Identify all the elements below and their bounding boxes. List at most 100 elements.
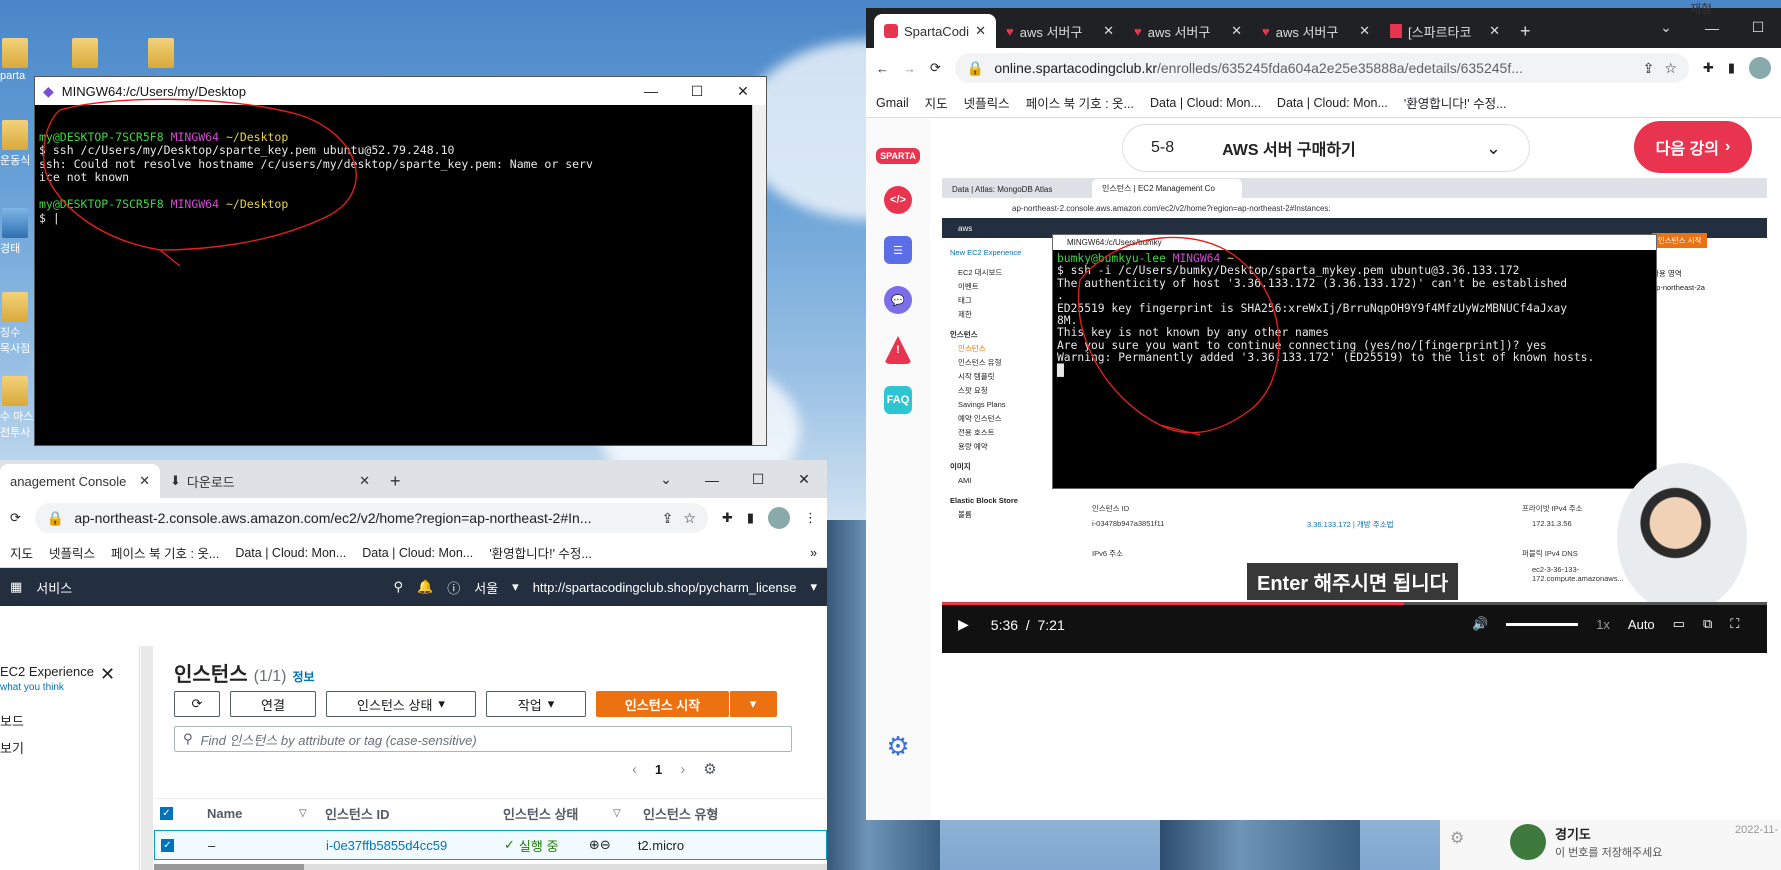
- tab-aws-server[interactable]: ♥ aws 서버구 ✕: [1252, 14, 1380, 48]
- settings-icon[interactable]: ⚙: [1450, 828, 1464, 848]
- side-panel-subtitle[interactable]: what you think: [0, 682, 64, 693]
- tab-downloads[interactable]: ⬇ 다운로드 ✕: [160, 464, 380, 498]
- address-bar[interactable]: 🔒 ap-northeast-2.console.aws.amazon.com/…: [34, 503, 708, 533]
- fullscreen-icon[interactable]: ⛶: [1730, 616, 1739, 632]
- tab-search-icon[interactable]: ⌄: [643, 471, 689, 488]
- region-menu[interactable]: 서울: [474, 578, 498, 597]
- faq-icon[interactable]: FAQ: [884, 386, 912, 414]
- close-tab-icon[interactable]: ✕: [359, 473, 370, 489]
- refresh-button[interactable]: ⟳: [174, 691, 220, 717]
- grid-icon[interactable]: ▦: [10, 579, 22, 595]
- lesson-selector[interactable]: 5-8 AWS 서버 구매하기 ⌄: [1122, 124, 1530, 172]
- bookmark-item[interactable]: Gmail: [876, 96, 909, 110]
- minimize-button[interactable]: —: [689, 472, 735, 488]
- new-tab-button[interactable]: +: [1510, 14, 1541, 48]
- star-icon[interactable]: ☆: [1664, 60, 1677, 77]
- sidepanel-icon[interactable]: ▮: [1728, 60, 1735, 76]
- panel-scroll-divider[interactable]: [141, 646, 153, 870]
- close-tab-icon[interactable]: ✕: [975, 23, 986, 39]
- launch-instance-button[interactable]: 인스턴스 시작: [596, 691, 729, 717]
- services-menu[interactable]: 서비스: [36, 578, 72, 597]
- filter-icon[interactable]: ▽: [299, 808, 325, 819]
- zoom-in-icon[interactable]: ⊕: [589, 837, 600, 853]
- tab-aws-server[interactable]: ♥ aws 서버구 ✕: [996, 14, 1124, 48]
- share-icon[interactable]: ⇪: [1643, 60, 1655, 77]
- video-player[interactable]: Data | Atlas: MongoDB Atlas 인스턴스 | EC2 M…: [942, 178, 1767, 653]
- speed-button[interactable]: 1x: [1596, 617, 1610, 632]
- help-icon[interactable]: ⓘ: [447, 578, 460, 597]
- bell-icon[interactable]: 🔔: [417, 579, 433, 595]
- alert-icon[interactable]: !: [884, 336, 912, 364]
- notes-icon[interactable]: ☰: [884, 236, 912, 264]
- bookmark-item[interactable]: '환영합니다!' 수정...: [1404, 93, 1507, 112]
- volume-icon[interactable]: 🔊: [1472, 616, 1488, 632]
- terminal-titlebar[interactable]: ◆ MINGW64:/c/Users/my/Desktop — ☐ ✕: [35, 77, 766, 105]
- close-tab-icon[interactable]: ✕: [1231, 23, 1242, 39]
- close-tab-icon[interactable]: ✕: [1359, 23, 1370, 39]
- browser-window-right[interactable]: SpartaCodin ✕ ♥ aws 서버구 ✕ ♥ aws 서버구 ✕ ♥ …: [866, 8, 1781, 820]
- side-nav-item[interactable]: 보기: [0, 738, 24, 757]
- bookmark-item[interactable]: 페이스 북 기호 : 옷...: [1026, 93, 1134, 112]
- reload-icon[interactable]: ⟳: [930, 60, 941, 76]
- close-tab-icon[interactable]: ✕: [1489, 23, 1500, 39]
- instance-search-input[interactable]: ⚲ Find 인스턴스 by attribute or tag (case-se…: [174, 726, 792, 752]
- bookmark-item[interactable]: 지도: [925, 93, 948, 112]
- bookmark-item[interactable]: Data | Cloud: Mon...: [1150, 96, 1261, 110]
- bookmark-item[interactable]: 페이스 북 기호 : 옷...: [111, 543, 219, 562]
- minimize-button[interactable]: —: [1689, 20, 1735, 36]
- bookmark-item[interactable]: 넷플릭스: [49, 543, 95, 562]
- desktop-icon[interactable]: [2, 38, 28, 68]
- desktop-icon[interactable]: [2, 120, 28, 150]
- terminal-output[interactable]: my@DESKTOP-7SCR5F8 MINGW64 ~/Desktop $ ss…: [35, 105, 766, 445]
- launch-dropdown-button[interactable]: ▾: [729, 691, 777, 717]
- menu-icon[interactable]: ⋮: [804, 510, 817, 526]
- volume-slider[interactable]: [1506, 622, 1579, 626]
- tab-sparta-notes[interactable]: [스파르타코 ✕: [1380, 14, 1510, 48]
- extensions-icon[interactable]: ✚: [1703, 60, 1714, 76]
- reload-icon[interactable]: ⟳: [10, 510, 21, 526]
- column-name[interactable]: Name: [207, 806, 299, 821]
- desktop-icon[interactable]: [2, 292, 28, 322]
- address-bar[interactable]: 🔒 online.spartacodingclub.kr/enrolleds/6…: [954, 53, 1689, 83]
- actions-button[interactable]: 작업 ▾: [486, 691, 586, 717]
- bookmark-item[interactable]: 지도: [10, 543, 33, 562]
- quality-button[interactable]: Auto: [1628, 617, 1655, 632]
- terminal-window[interactable]: ◆ MINGW64:/c/Users/my/Desktop — ☐ ✕ my@D…: [34, 76, 767, 446]
- desktop-icon[interactable]: [2, 208, 28, 238]
- tab-management-console[interactable]: anagement Console ✕: [0, 464, 160, 498]
- filter-icon[interactable]: ▽: [613, 808, 643, 819]
- next-lesson-button[interactable]: 다음 강의 ›: [1634, 121, 1752, 173]
- maximize-button[interactable]: ☐: [1735, 19, 1781, 36]
- settings-icon[interactable]: ⚙: [884, 731, 912, 761]
- page-number[interactable]: 1: [655, 762, 662, 777]
- zoom-out-icon[interactable]: ⊖: [600, 837, 638, 853]
- video-progress[interactable]: [942, 602, 1767, 605]
- next-page-icon[interactable]: ›: [680, 761, 685, 778]
- close-button[interactable]: ✕: [720, 83, 766, 100]
- more-bookmarks-icon[interactable]: »: [810, 546, 817, 560]
- column-instance-id[interactable]: 인스턴스 ID: [325, 804, 503, 823]
- column-instance-type[interactable]: 인스턴스 유형: [643, 804, 718, 823]
- chat-icon[interactable]: 💬: [884, 286, 912, 314]
- column-instance-state[interactable]: 인스턴스 상태: [503, 804, 613, 823]
- row-checkbox[interactable]: ✓: [161, 838, 174, 852]
- sparta-logo[interactable]: SPARTA: [876, 148, 920, 164]
- close-tab-icon[interactable]: ✕: [1103, 23, 1114, 39]
- extensions-icon[interactable]: ✚: [722, 510, 733, 526]
- close-tab-icon[interactable]: ✕: [139, 473, 150, 489]
- info-link[interactable]: 정보: [293, 668, 315, 685]
- close-icon[interactable]: ✕: [100, 664, 115, 685]
- code-icon[interactable]: </>: [884, 186, 912, 214]
- tab-aws-server[interactable]: ♥ aws 서버구 ✕: [1124, 14, 1252, 48]
- connect-button[interactable]: 연결: [230, 691, 316, 717]
- close-button[interactable]: ✕: [781, 471, 827, 488]
- bookmark-item[interactable]: '환영합니다!' 수정...: [489, 543, 592, 562]
- search-icon[interactable]: ⚲: [394, 579, 404, 595]
- table-row[interactable]: ✓ – i-0e37ffb5855d4cc59 ✓ 실행 중 ⊕ ⊖ t2.mi…: [154, 830, 827, 860]
- bookmark-item[interactable]: 넷플릭스: [964, 93, 1010, 112]
- bookmark-item[interactable]: Data | Cloud: Mon...: [362, 546, 473, 560]
- browser-window-left[interactable]: anagement Console ✕ ⬇ 다운로드 ✕ + ⌄ — ☐ ✕ ⟳…: [0, 460, 827, 870]
- star-icon[interactable]: ☆: [683, 510, 696, 527]
- desktop-icon[interactable]: [148, 38, 174, 68]
- cell-instance-id[interactable]: i-0e37ffb5855d4cc59: [326, 838, 504, 853]
